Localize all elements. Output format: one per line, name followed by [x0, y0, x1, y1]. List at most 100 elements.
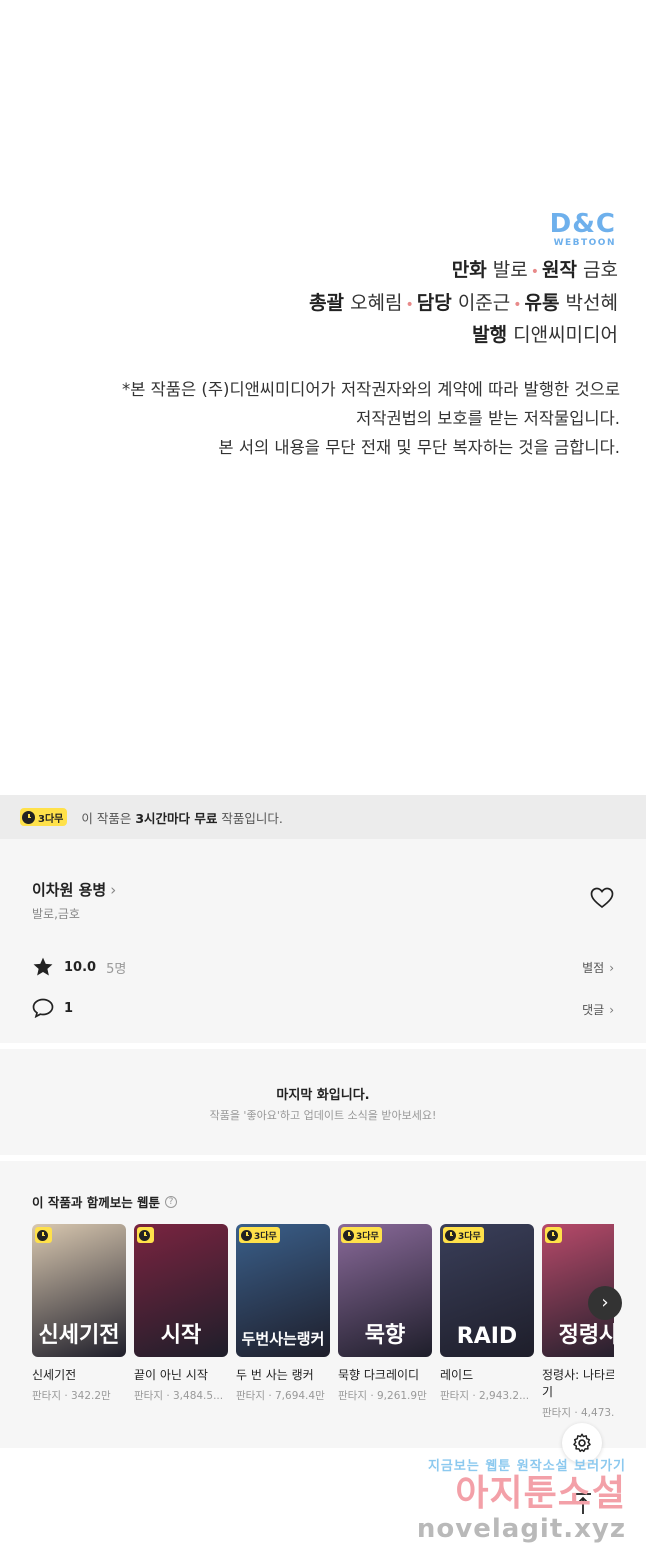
rating-link[interactable]: 별점 › [582, 959, 614, 976]
recommend-card-meta: 판타지 · 2,943.2... [440, 1390, 530, 1402]
credit-role: 담당 [416, 292, 452, 314]
free-badge [137, 1227, 154, 1243]
free-badge [35, 1227, 52, 1243]
last-episode-title: 마지막 화입니다. [276, 1088, 370, 1103]
rating-count: 5명 [106, 961, 127, 977]
credit-dot: • [405, 297, 414, 313]
recommend-title-text: 이 작품과 함께보는 웹툰 [32, 1195, 161, 1210]
clock-icon [445, 1229, 456, 1241]
credit-line-3: 발행 디앤씨미디어 [472, 320, 618, 347]
comment-count: 1 [64, 1000, 74, 1016]
free-badge: 3다무 [443, 1227, 484, 1243]
recommend-thumbnail: 시작 [134, 1224, 228, 1357]
series-title-link[interactable]: 이차원 용병 › [32, 879, 116, 900]
credit-role: 만화 [451, 259, 487, 281]
recommend-section: 이 작품과 함께보는 웹툰 ? 신세기전 신세기전 판타지 · 342.2만 시작 끝이… [0, 1161, 646, 1448]
watermark-line: novelagit.xyz [416, 1514, 626, 1544]
rating-score: 10.0 [64, 959, 97, 975]
clock-icon [343, 1229, 354, 1241]
cover-title-art: RAID [456, 1324, 518, 1349]
recommend-card-title: 정령사: 나타르 전기 [542, 1368, 614, 1399]
credit-name: 이준근 [457, 292, 511, 314]
rating-row: 10.0 5명 [32, 956, 126, 978]
recommend-carousel: 신세기전 신세기전 판타지 · 342.2만 시작 끝이 아닌 시작 판타지 · 3,48… [32, 1224, 614, 1448]
credit-name: 박선혜 [565, 292, 618, 314]
credit-role: 총괄 [309, 292, 345, 314]
comment-icon [32, 998, 54, 1018]
recommend-card[interactable]: 정령사정령사: 나타르 전기판타지 · 4,473.4 [542, 1224, 614, 1420]
recommend-card-meta: 판타지 · 7,694.4만 [236, 1390, 325, 1402]
cover-title-art: 두번사는랭커 [241, 1330, 325, 1348]
heart-icon[interactable] [590, 887, 614, 909]
logo-main: D&C [549, 209, 616, 239]
watermark-line: 지금보는 웹툰 원작소설 보러가기 [427, 1459, 626, 1474]
cover-title-art: 신세기전 [38, 1323, 120, 1348]
recommend-card[interactable]: 3다무 묵향 묵향 다크레이디 판타지 · 9,261.9만 [338, 1224, 432, 1403]
credit-role: 원작 [542, 259, 577, 281]
clock-icon [139, 1229, 150, 1241]
free-badge: 3다무 [239, 1227, 280, 1243]
free-badge-label: 3다무 [458, 1231, 481, 1242]
free-badge: 3다무 [341, 1227, 382, 1243]
recommend-card-title: 끝이 아닌 시작 [134, 1368, 208, 1382]
recommend-card[interactable]: 3다무 RAID 레이드판타지 · 2,943.2... [440, 1224, 534, 1403]
free-banner-text: 이 작품은 3시간마다 무료 작품입니다. [81, 808, 282, 827]
credits-page: D&C WEBTOON 만화 발로 • 원작 금호 총괄 오혜림 • 담당 이준근 • 유통… [0, 0, 646, 795]
recommend-card[interactable]: 신세기전 신세기전 판타지 · 342.2만 [32, 1224, 126, 1403]
publisher-logo: D&C WEBTOON [550, 210, 616, 248]
copyright-notice: *본 작품은 (주)디앤씨미디어가 저작권자와의 계약에 따라 발행한 것으로 … [122, 375, 620, 462]
clock-icon [547, 1229, 558, 1241]
credit-name: 디앤씨미디어 [513, 324, 618, 346]
credit-role: 발행 [472, 324, 508, 346]
free-text-pre: 이 작품은 [81, 810, 136, 826]
recommend-title: 이 작품과 함께보는 웹툰 ? [32, 1192, 178, 1211]
recommend-card-title: 두 번 사는 랭커 [236, 1368, 314, 1382]
comment-link-label: 댓글 [582, 1003, 605, 1017]
clock-icon [37, 1229, 48, 1241]
recommend-card-meta: 판타지 · 4,473.4 [542, 1407, 614, 1419]
chevron-right-icon: › [609, 1003, 614, 1017]
clock-icon [241, 1229, 252, 1241]
free-text-post: 작품입니다. [217, 810, 283, 826]
chevron-right-icon: › [609, 961, 614, 975]
page: D&C WEBTOON 만화 발로 • 원작 금호 총괄 오혜림 • 담당 이준근 • 유통… [0, 0, 646, 1564]
credit-dot: • [513, 297, 522, 313]
recommend-card[interactable]: 3다무두번사는랭커두 번 사는 랭커판타지 · 7,694.4만 [236, 1224, 330, 1403]
carousel-next-button[interactable]: › [588, 1286, 622, 1320]
rating-link-label: 별점 [582, 961, 605, 975]
free-badge-label: 3다무 [38, 813, 64, 825]
star-icon [33, 957, 53, 976]
last-episode-subtitle: 작품을 '좋아요'하고 업데이트 소식을 받아보세요! [209, 1109, 437, 1122]
credit-name: 발로 [492, 259, 528, 281]
free-badge [545, 1227, 562, 1243]
logo-sub: WEBTOON [553, 238, 616, 248]
credit-dot: • [530, 264, 540, 280]
recommend-thumbnail: 신세기전 [32, 1224, 126, 1357]
cover-title-art: 시작 [160, 1323, 202, 1348]
cover-title-art: 묵향 [364, 1323, 406, 1348]
clock-icon [22, 810, 35, 824]
comment-link[interactable]: 댓글 › [582, 1001, 614, 1018]
recommend-card-title: 레이드 [440, 1368, 474, 1382]
credit-role: 유통 [524, 292, 560, 314]
free-badge-label: 3다무 [356, 1231, 379, 1242]
free-banner: 3다무 이 작품은 3시간마다 무료 작품입니다. [0, 795, 646, 839]
recommend-card-meta: 판타지 · 342.2만 [32, 1390, 111, 1402]
recommend-thumbnail: 3다무묵향 [338, 1224, 432, 1357]
chevron-right-icon: › [110, 881, 117, 899]
recommend-card[interactable]: 시작 끝이 아닌 시작 판타지 · 3,484.5... [134, 1224, 228, 1403]
credit-line-2: 총괄 오혜림 • 담당 이준근 • 유통 박선혜 [309, 288, 618, 315]
recommend-thumbnail: 3다무두번사는랭커 [236, 1224, 330, 1357]
notice-line: 본 서의 내용을 무단 전재 및 무단 복자하는 것을 금합니다. [218, 438, 620, 457]
series-info: 이차원 용병 › 발로,금호 10.0 5명 별점 › 1 댓글 › [0, 839, 646, 1043]
free-badge: 3다무 [20, 808, 68, 826]
site-watermark: 지금보는 웹툰 원작소설 보러가기 아지툰소설 novelagit.xyz [417, 1455, 626, 1544]
notice-line: *본 작품은 (주)디앤씨미디어가 저작권자와의 계약에 따라 발행한 것으로 [121, 380, 620, 399]
recommend-thumbnail: 3다무 RAID [440, 1224, 534, 1357]
credit-line-1: 만화 발로 • 원작 금호 [452, 255, 618, 282]
free-text-bold: 3시간마다 무료 [135, 810, 218, 826]
help-icon[interactable]: ? [165, 1195, 178, 1208]
series-title: 이차원 용병 [32, 881, 107, 899]
credit-name: 금호 [583, 259, 618, 281]
series-author: 발로,금호 [32, 907, 80, 921]
